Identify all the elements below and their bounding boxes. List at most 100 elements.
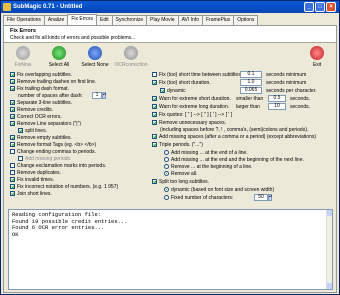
opt-add-missing-spaces[interactable]: Add missing spaces (after a comma or a p… [152, 134, 316, 140]
checkbox[interactable] [152, 179, 157, 184]
checkbox[interactable] [10, 142, 15, 147]
opt-separate[interactable]: Separate 3-line subtitles. [10, 100, 72, 106]
checkbox[interactable] [152, 142, 157, 147]
close-button[interactable]: × [326, 2, 336, 12]
short-duration-input[interactable]: 1.0 [240, 79, 262, 86]
checkbox[interactable] [10, 191, 15, 196]
checkbox[interactable] [10, 86, 15, 91]
warn-short-input[interactable]: 0.5 [268, 95, 286, 102]
check-icon [52, 46, 66, 60]
opt-trailing[interactable]: Remove trailing dashes on first line. [10, 79, 96, 85]
checkbox[interactable] [152, 80, 157, 85]
radio-split-fixed[interactable]: Fixed number of characters: [164, 195, 233, 201]
radio[interactable] [164, 157, 169, 162]
opt-credits[interactable]: Remove credits. [10, 107, 53, 113]
opt-triple-periods[interactable]: Triple periods. ("...") [152, 142, 203, 148]
radio-tp-remove-all[interactable]: Remove all. [164, 171, 197, 177]
select-all-button[interactable]: Select All [42, 46, 76, 68]
opt-exclaim[interactable]: Change exclamation marks into periods. [10, 163, 106, 169]
tab-avi-info[interactable]: AVI Info [177, 15, 203, 25]
spaces-spinner[interactable]: ▴▾ [102, 92, 106, 99]
tab-fix-errors[interactable]: Fix Errors [67, 14, 97, 25]
log-line: OK [12, 230, 19, 238]
tab-file-operations[interactable]: File Operations [3, 15, 45, 25]
radio-split-dynamic[interactable]: dynamic (based on font size and screen w… [164, 187, 274, 193]
checkbox[interactable] [10, 170, 15, 175]
checkbox[interactable] [10, 107, 15, 112]
tab-edit[interactable]: Edit [95, 15, 113, 25]
checkbox[interactable] [10, 135, 15, 140]
tab-options[interactable]: Options [233, 15, 259, 25]
tab-play-movie[interactable]: Play Movie [146, 15, 179, 25]
checkbox[interactable] [152, 112, 157, 117]
checkbox[interactable] [18, 156, 23, 161]
opt-dynamic[interactable]: dynamic [160, 88, 186, 94]
opt-ending[interactable]: Change ending commas to periods. [10, 149, 96, 155]
spaces-after-input[interactable]: 1 [92, 92, 102, 99]
opt-invalid[interactable]: Fix invalid times. [10, 177, 54, 183]
opt-add-missing-periods[interactable]: Add missing periods. [18, 156, 71, 162]
opt-quotes[interactable]: Fix quotes: [ " ] --> [ '' ] [ ' ] --> [… [152, 112, 232, 118]
checkbox[interactable] [10, 163, 15, 168]
ocr-correction-button[interactable]: OCRcorrection [112, 46, 150, 68]
fix-now-button[interactable]: FixNow [6, 46, 40, 68]
checkbox[interactable] [10, 121, 15, 126]
radio-tp-remove-begin[interactable]: Remove ... at the beginning of a line. [164, 164, 252, 170]
opt-split-lines[interactable]: split lines. [18, 128, 47, 134]
opt-join[interactable]: Join short lines. [10, 191, 52, 197]
short-between-input[interactable]: 0.1 [240, 71, 262, 78]
opt-ocr[interactable]: Correct OCR errors. [10, 114, 62, 120]
radio[interactable] [164, 187, 169, 192]
unnecessary-spaces-note: (including spaces before ?, ! , comma's,… [160, 127, 309, 133]
radio[interactable] [164, 171, 169, 176]
checkbox[interactable] [152, 120, 157, 125]
checkbox[interactable] [10, 100, 15, 105]
opt-trail-format[interactable]: Fix trailing dash format. [10, 86, 69, 92]
opt-empty[interactable]: Remove empty subtitles. [10, 135, 72, 141]
checkbox[interactable] [10, 79, 15, 84]
opt-unnecessary-spaces[interactable]: Remove unnecessary spaces. [152, 120, 226, 126]
split-fixed-spinner[interactable]: ▴▾ [268, 194, 272, 201]
radio-tp-end[interactable]: Add missing ... at the end of a line. [164, 150, 248, 156]
log-scrollbar[interactable] [326, 210, 332, 289]
opt-line-sep[interactable]: Remove Line separators ("|") [10, 121, 81, 127]
exit-button[interactable]: Exit [300, 46, 334, 68]
checkbox[interactable] [10, 184, 15, 189]
checkbox[interactable] [10, 72, 15, 77]
log-output[interactable]: Reading configuration file: Found 19 pos… [8, 209, 333, 290]
checkbox[interactable] [152, 96, 157, 101]
checkbox[interactable] [152, 72, 157, 77]
opt-duplicates[interactable]: Remove duplicates. [10, 170, 61, 176]
radio[interactable] [164, 164, 169, 169]
radio[interactable] [164, 150, 169, 155]
checkbox[interactable] [10, 177, 15, 182]
dynamic-input[interactable]: 0.065 [240, 87, 262, 94]
checkbox[interactable] [10, 149, 15, 154]
tab-frameplus[interactable]: FramePlus [202, 15, 235, 25]
opt-warn-long[interactable]: Warn for extreme long duration. [152, 104, 229, 110]
title-bar: SubMagic 0.71 - Untitled _ □ × [1, 1, 339, 13]
opt-warn-short[interactable]: Warn for extreme short duration. [152, 96, 231, 102]
tab-synchronize[interactable]: Synchronize [111, 15, 148, 25]
opt-split-long[interactable]: Split too long subtitles. [152, 179, 209, 185]
radio[interactable] [164, 195, 169, 200]
radio-tp-end-begin[interactable]: Add missing ... at the end and the begin… [164, 157, 304, 163]
maximize-button[interactable]: □ [315, 2, 325, 12]
tab-analize[interactable]: Analize [43, 15, 69, 25]
sec-per-char-label: seconds per character. [266, 88, 317, 94]
checkbox[interactable] [152, 134, 157, 139]
checkbox[interactable] [10, 114, 15, 119]
select-none-button[interactable]: Select None [78, 46, 112, 68]
opt-short-between[interactable]: Fix (too) short time between subtitles. [152, 72, 242, 78]
opt-incorrect[interactable]: Fix incorrect notation of numbers. (e.g.… [10, 184, 118, 190]
opt-format-tags[interactable]: Remove format Tags (eg. <b> </b>) [10, 142, 96, 148]
checkbox[interactable] [160, 88, 165, 93]
warn-long-input[interactable]: 10 [268, 103, 286, 110]
exit-icon [310, 46, 324, 60]
checkbox[interactable] [18, 128, 23, 133]
opt-overlap[interactable]: Fix overlapping subtitles. [10, 72, 72, 78]
opt-short-duration[interactable]: Fix (too) short duration. [152, 80, 211, 86]
minimize-button[interactable]: _ [304, 2, 314, 12]
split-fixed-input[interactable]: 50 [254, 194, 268, 201]
checkbox[interactable] [152, 104, 157, 109]
